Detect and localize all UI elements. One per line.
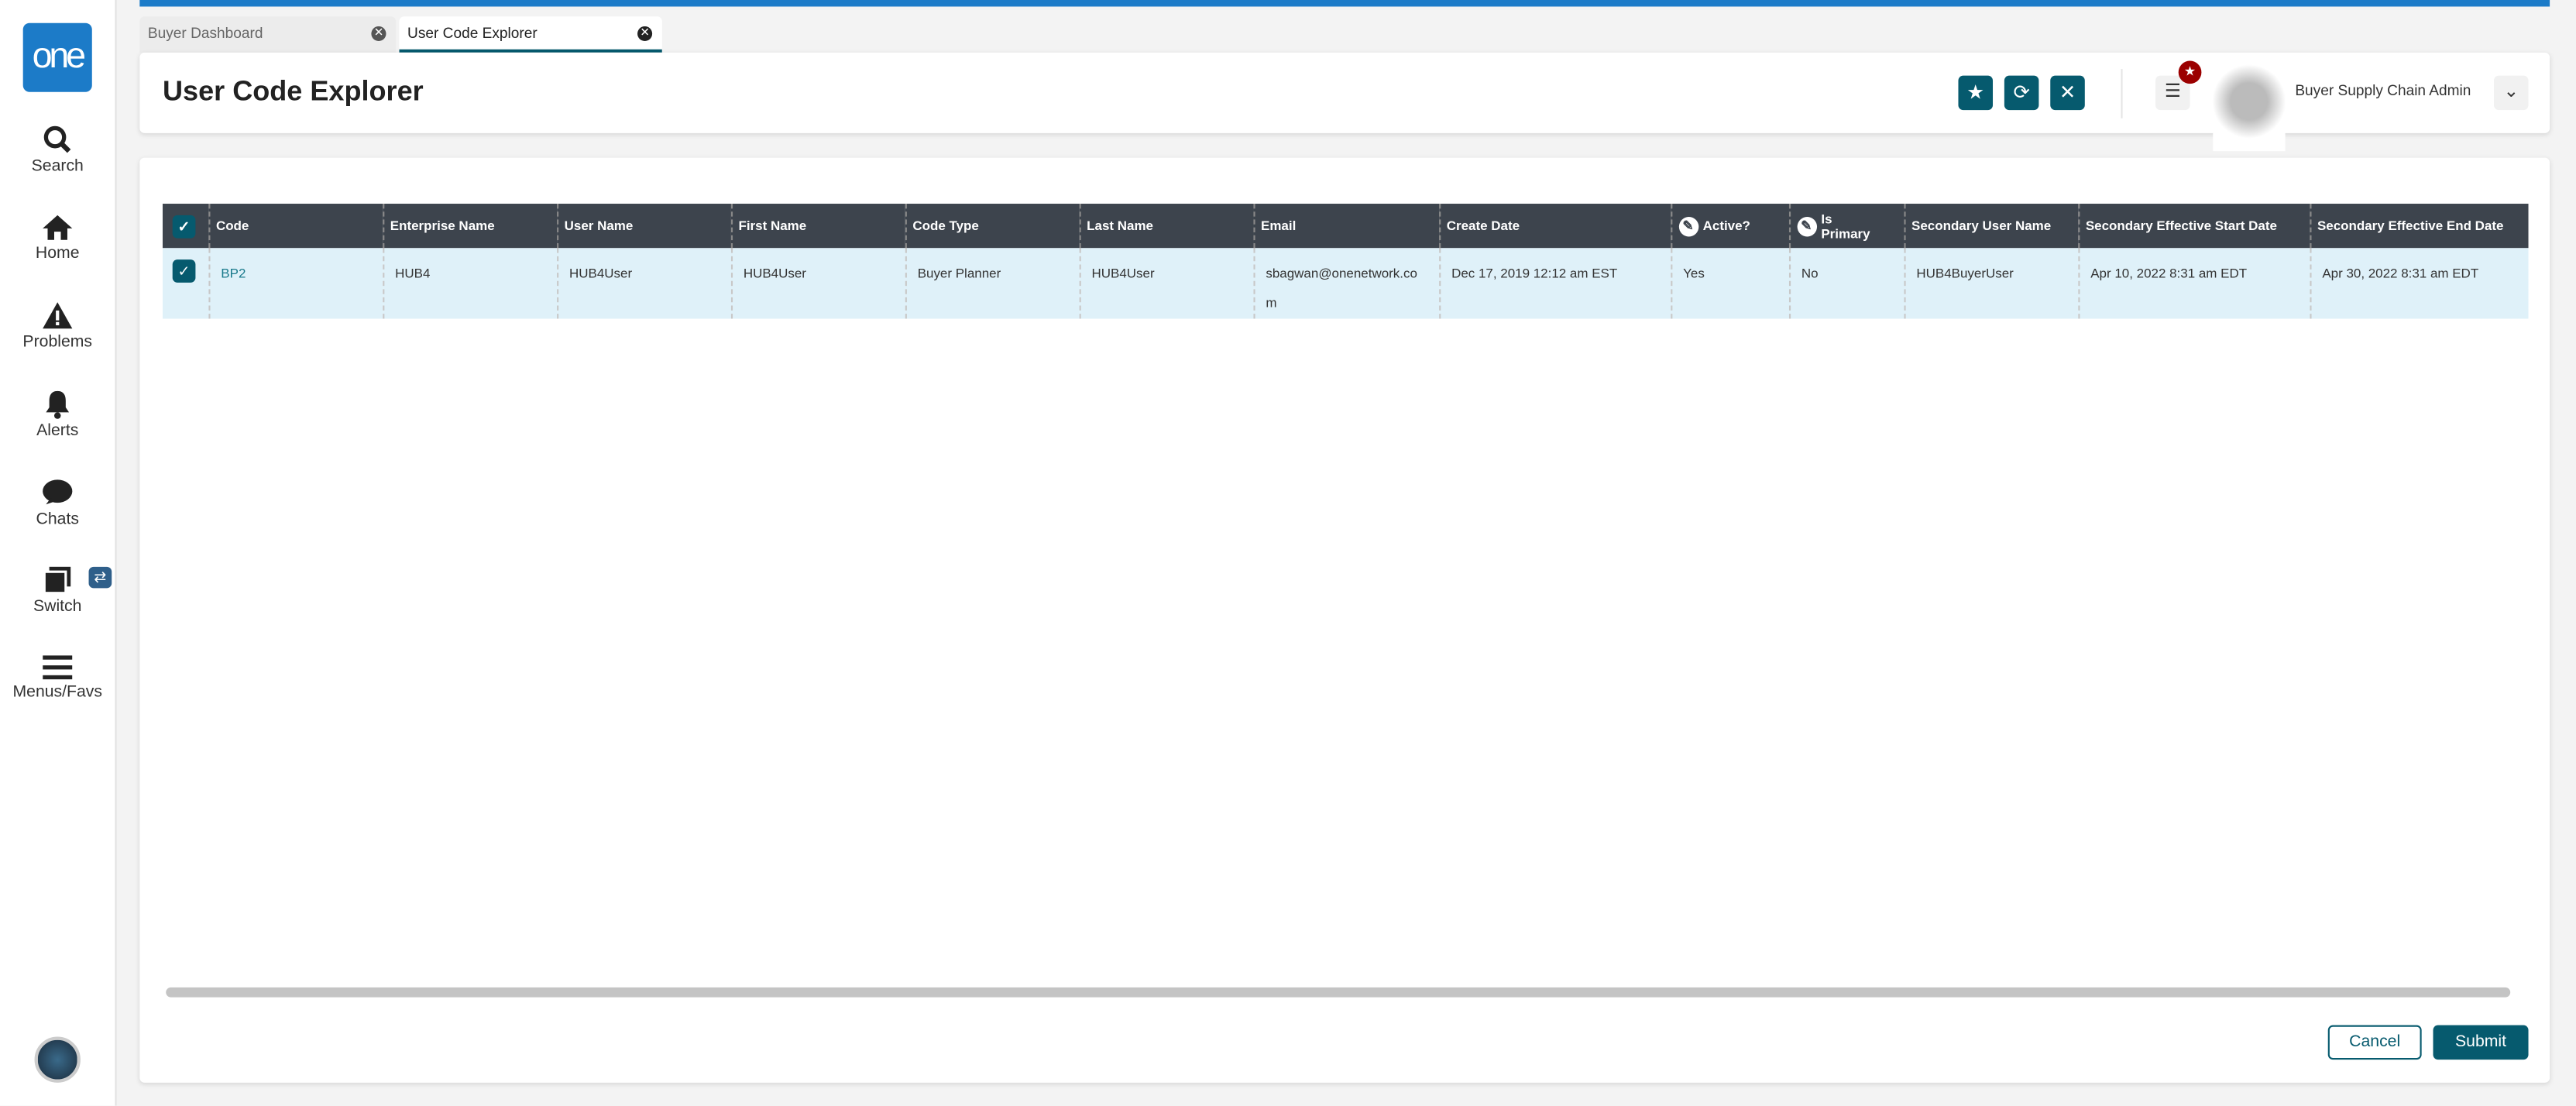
sidebar-item-alerts[interactable]: Alerts (0, 390, 115, 440)
sidebar-item-problems[interactable]: Problems (0, 301, 115, 352)
col-code[interactable]: Code (208, 204, 383, 249)
divider (2121, 69, 2123, 118)
sidebar-item-search[interactable]: Search (0, 125, 115, 176)
cell-user: HUB4User (556, 248, 731, 319)
col-enterprise-name[interactable]: Enterprise Name (382, 204, 558, 249)
cell-email: sbagwan@onenetwork.com (1252, 248, 1440, 319)
col-first-name[interactable]: First Name (730, 204, 905, 249)
cancel-button[interactable]: Cancel (2327, 1025, 2422, 1060)
cell-primary[interactable]: No (1788, 248, 1905, 319)
edit-icon: ✎ (1678, 215, 1698, 236)
col-active[interactable]: ✎ Active? (1670, 204, 1789, 249)
col-email[interactable]: Email (1252, 204, 1440, 249)
cell-sec-end: Apr 30, 2022 8:31 am EDT (2309, 248, 2529, 319)
profile-photo (2213, 60, 2286, 152)
user-role: Buyer Supply Chain Admin (2295, 82, 2471, 99)
app-logo[interactable]: one (22, 22, 92, 92)
sidebar-item-home[interactable]: Home (0, 214, 115, 263)
col-last-name[interactable]: Last Name (1078, 204, 1254, 249)
close-button[interactable]: ✕ (2050, 75, 2085, 111)
sidebar: one Search Home Problems Alerts Chats Sw… (0, 0, 117, 1106)
horizontal-scrollbar[interactable] (166, 987, 2511, 998)
tab-user-code-explorer[interactable]: User Code Explorer ✕ (399, 16, 662, 53)
cell-code-link[interactable]: BP2 (208, 248, 383, 319)
tab-buyer-dashboard[interactable]: Buyer Dashboard ✕ (139, 16, 397, 53)
cell-active[interactable]: Yes (1670, 248, 1789, 319)
search-icon (43, 125, 71, 153)
user-code-table: ✓ Code Enterprise Name User Name First N… (162, 204, 2529, 319)
cell-type: Buyer Planner (904, 248, 1080, 319)
col-secondary-end-date[interactable]: Secondary Effective End Date (2309, 204, 2529, 249)
profile-menu-chevron-icon[interactable]: ⌄ (2493, 75, 2529, 111)
cell-created: Dec 17, 2019 12:12 am EST (1438, 248, 1671, 319)
sidebar-item-chats[interactable]: Chats (0, 478, 115, 529)
sidebar-item-menus[interactable]: Menus/Favs (0, 654, 115, 702)
row-checkbox[interactable]: ✓ (172, 259, 196, 283)
col-create-date[interactable]: Create Date (1438, 204, 1671, 249)
table-header-row: ✓ Code Enterprise Name User Name First N… (162, 204, 2529, 249)
warning-icon (43, 302, 73, 329)
switch-icon (43, 566, 71, 595)
cell-first: HUB4User (730, 248, 905, 319)
col-secondary-start-date[interactable]: Secondary Effective Start Date (2077, 204, 2310, 249)
cell-sec-user: HUB4BuyerUser (1903, 248, 2079, 319)
favorites-badge-icon: ★ (2178, 60, 2202, 84)
favorite-button[interactable]: ★ (1958, 75, 1994, 111)
select-all-checkbox[interactable]: ✓ (172, 214, 196, 238)
edit-icon: ✎ (1796, 215, 1816, 236)
refresh-button[interactable]: ⟳ (2004, 75, 2039, 111)
col-code-type[interactable]: Code Type (904, 204, 1080, 249)
close-tab-icon[interactable]: ✕ (637, 26, 653, 42)
submit-button[interactable]: Submit (2433, 1025, 2529, 1060)
user-avatar[interactable] (34, 1036, 81, 1083)
col-user-name[interactable]: User Name (556, 204, 731, 249)
table-row[interactable]: ✓ BP2 HUB4 HUB4User HUB4User Buyer Plann… (162, 248, 2529, 319)
col-is-primary[interactable]: ✎ Is Primary (1788, 204, 1905, 249)
page-title: User Code Explorer (162, 75, 424, 107)
chat-icon (43, 479, 73, 505)
close-tab-icon[interactable]: ✕ (371, 26, 386, 42)
cell-enterprise: HUB4 (382, 248, 558, 319)
cell-sec-start: Apr 10, 2022 8:31 am EDT (2077, 248, 2310, 319)
home-icon (43, 215, 73, 240)
main-panel: ✓ Code Enterprise Name User Name First N… (139, 157, 2550, 1083)
col-secondary-user-name[interactable]: Secondary User Name (1903, 204, 2079, 249)
top-accent-bar (139, 0, 2550, 7)
switch-badge-icon: ⇄ (88, 566, 112, 589)
cell-last: HUB4User (1078, 248, 1254, 319)
menu-icon (43, 655, 73, 680)
page-header: User Code Explorer ★ ⟳ ✕ ☰ ★ Buyer Suppl… (139, 52, 2550, 152)
bell-icon (46, 390, 70, 419)
